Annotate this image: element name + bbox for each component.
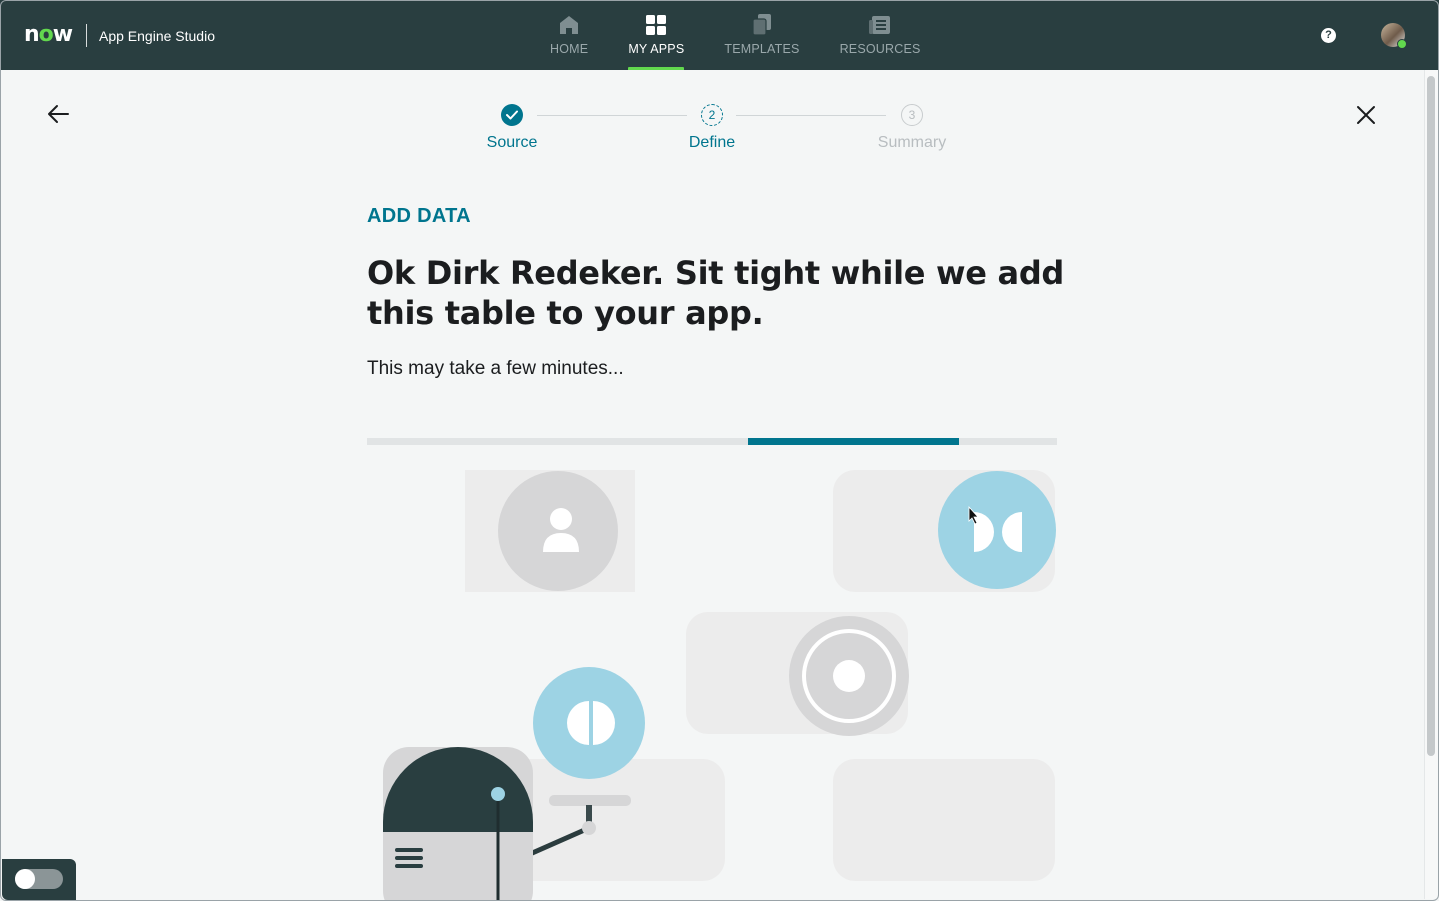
- status-message: This may take a few minutes...: [367, 358, 624, 379]
- page-title: Ok Dirk Redeker. Sit tight while we add …: [367, 254, 1065, 332]
- step-number: 3: [901, 104, 923, 126]
- step-summary: 3 Summary: [862, 104, 962, 152]
- step-number: 2: [701, 104, 723, 126]
- nav-resources[interactable]: RESOURCES: [820, 0, 941, 70]
- checkmark-icon: [501, 104, 523, 126]
- close-icon[interactable]: [1352, 101, 1380, 129]
- top-navigation-bar: now App Engine Studio HOME MY APPS TEMPL…: [0, 0, 1439, 70]
- toggle-container: [2, 859, 76, 900]
- step-label: Source: [486, 134, 538, 151]
- section-eyebrow: ADD DATA: [367, 205, 471, 227]
- nav-templates[interactable]: TEMPLATES: [704, 0, 819, 70]
- progress-bar-fill: [747, 438, 959, 445]
- connector-circle-icon: [938, 471, 1056, 589]
- user-avatar[interactable]: [1381, 23, 1407, 49]
- nav-my-apps-label: MY APPS: [628, 42, 685, 56]
- user-circle-icon: [498, 471, 618, 591]
- progress-bar: [367, 438, 1057, 445]
- help-icon[interactable]: ?: [1321, 28, 1336, 43]
- nav-my-apps[interactable]: MY APPS: [608, 0, 704, 70]
- step-label: Summary: [877, 134, 947, 151]
- vertical-scrollbar[interactable]: [1424, 70, 1438, 899]
- step-source[interactable]: Source: [462, 104, 562, 152]
- presence-status-dot: [1397, 39, 1407, 49]
- resources-icon: [869, 14, 891, 36]
- illustration-card: [833, 759, 1055, 881]
- back-arrow-icon[interactable]: [44, 100, 72, 128]
- toggle-knob: [15, 869, 35, 889]
- app-title: App Engine Studio: [99, 28, 215, 44]
- servicenow-logo[interactable]: now: [24, 24, 73, 46]
- step-label: Define: [688, 134, 736, 151]
- step-define[interactable]: 2 Define: [662, 104, 762, 152]
- illustration-card: [503, 759, 725, 881]
- nav-templates-label: TEMPLATES: [724, 42, 800, 56]
- scrollbar-thumb[interactable]: [1427, 76, 1435, 756]
- theme-toggle-switch[interactable]: [15, 869, 63, 889]
- grid-icon: [645, 14, 667, 36]
- home-icon: [558, 14, 580, 36]
- templates-icon: [751, 14, 773, 36]
- nav-resources-label: RESOURCES: [839, 42, 921, 56]
- nav-home-label: HOME: [550, 42, 589, 56]
- loading-illustration: [383, 470, 1056, 901]
- nav-home[interactable]: HOME: [530, 0, 608, 70]
- logo-divider: [86, 24, 87, 47]
- main-nav: HOME MY APPS TEMPLATES RESOURCES: [530, 0, 941, 70]
